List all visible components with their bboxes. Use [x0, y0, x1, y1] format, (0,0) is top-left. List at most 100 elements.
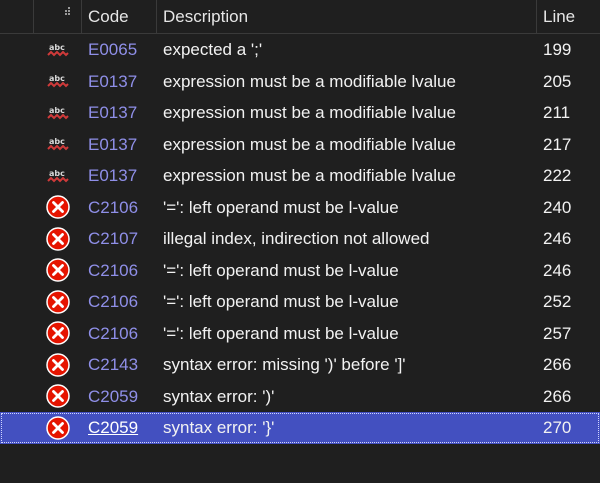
error-row[interactable]: abc E0137 expression must be a modifiable …	[0, 97, 600, 129]
row-select-cell[interactable]	[0, 192, 34, 224]
abc-squiggle-icon: abc	[47, 106, 69, 120]
row-select-cell[interactable]	[0, 223, 34, 255]
header-line[interactable]: Line	[537, 0, 600, 33]
error-description: expression must be a modifiable lvalue	[163, 103, 456, 122]
error-code-link[interactable]: E0137	[82, 66, 157, 98]
error-row[interactable]: C2106 '=': left operand must be l-value 24…	[0, 192, 600, 224]
error-icon	[46, 195, 70, 219]
error-icon	[46, 353, 70, 377]
row-icon-cell	[34, 349, 82, 381]
error-description: expected a ';'	[163, 40, 263, 59]
row-icon-cell: abc	[34, 66, 82, 98]
error-code-link[interactable]: C2106	[82, 318, 157, 350]
error-line-number: 240	[543, 197, 572, 217]
error-code-link[interactable]: E0065	[82, 34, 157, 66]
row-select-cell[interactable]	[0, 318, 34, 350]
error-line-number: 211	[543, 103, 571, 122]
error-icon	[46, 290, 70, 314]
error-description: '=': left operand must be l-value	[163, 197, 399, 217]
error-line-number: 199	[543, 40, 572, 59]
error-line-number: 270	[543, 418, 572, 437]
error-list-header: Code Description Line	[0, 0, 600, 34]
error-description: expression must be a modifiable lvalue	[163, 134, 456, 154]
error-icon	[46, 227, 70, 251]
header-description[interactable]: Description	[157, 0, 537, 33]
column-grip-icon	[65, 7, 70, 15]
row-select-cell[interactable]	[0, 286, 34, 318]
row-select-cell[interactable]	[0, 129, 34, 161]
row-select-cell[interactable]	[0, 97, 34, 129]
error-row[interactable]: C2106 '=': left operand must be l-value 25…	[0, 286, 600, 318]
abc-squiggle-icon: abc	[47, 74, 69, 88]
row-select-cell[interactable]	[0, 160, 34, 192]
abc-squiggle-icon: abc	[47, 137, 69, 151]
row-icon-cell: abc	[34, 34, 82, 66]
error-icon	[46, 384, 70, 408]
error-line-number: 222	[543, 166, 572, 185]
error-list-panel: Code Description Line abc E0065 expected a…	[0, 0, 600, 483]
error-icon	[46, 258, 70, 282]
error-code-link[interactable]: C2106	[82, 192, 157, 224]
row-select-cell[interactable]	[0, 34, 34, 66]
error-line-number: 252	[543, 292, 572, 311]
error-description: expression must be a modifiable lvalue	[163, 166, 456, 185]
error-description: '=': left operand must be l-value	[163, 260, 399, 280]
error-description: '=': left operand must be l-value	[163, 292, 399, 311]
error-code-link[interactable]: C2143	[82, 349, 157, 381]
error-line-number: 266	[543, 386, 572, 406]
error-row[interactable]: abc E0137 expression must be a modifiable …	[0, 129, 600, 161]
error-row[interactable]: abc E0065 expected a ';' 199	[0, 34, 600, 66]
error-code-link[interactable]: C2059	[82, 412, 157, 444]
header-icon-column[interactable]	[34, 0, 82, 33]
row-icon-cell	[34, 255, 82, 287]
header-select-column[interactable]	[0, 0, 34, 33]
error-description: syntax error: '}'	[163, 418, 275, 437]
error-line-number: 257	[543, 323, 572, 343]
error-description: syntax error: missing ')' before ']'	[163, 355, 406, 374]
error-description: '=': left operand must be l-value	[163, 323, 399, 343]
header-code[interactable]: Code	[82, 0, 157, 33]
error-code-link[interactable]: E0137	[82, 97, 157, 129]
row-select-cell[interactable]	[0, 349, 34, 381]
error-code-link[interactable]: C2106	[82, 255, 157, 287]
error-code-link[interactable]: E0137	[82, 160, 157, 192]
error-line-number: 246	[543, 229, 572, 248]
error-icon	[46, 416, 70, 440]
row-select-cell[interactable]	[0, 255, 34, 287]
row-icon-cell	[34, 223, 82, 255]
error-row[interactable]: C2143 syntax error: missing ')' before ']…	[0, 349, 600, 381]
row-icon-cell	[34, 286, 82, 318]
abc-squiggle-icon: abc	[47, 43, 69, 57]
error-row[interactable]: C2107 illegal index, indirection not allo…	[0, 223, 600, 255]
error-code-link[interactable]: C2107	[82, 223, 157, 255]
error-row[interactable]: C2059 syntax error: '}' 270	[0, 412, 600, 444]
error-description: syntax error: ')'	[163, 386, 275, 406]
error-description: expression must be a modifiable lvalue	[163, 71, 456, 91]
error-code-link[interactable]: C2059	[82, 381, 157, 413]
error-row[interactable]: abc E0137 expression must be a modifiable …	[0, 160, 600, 192]
error-line-number: 205	[543, 71, 572, 91]
row-select-cell[interactable]	[0, 381, 34, 413]
row-select-cell[interactable]	[0, 412, 34, 444]
error-line-number: 266	[543, 355, 572, 374]
row-icon-cell: abc	[34, 129, 82, 161]
error-line-number: 246	[543, 260, 572, 280]
row-icon-cell	[34, 192, 82, 224]
error-description: illegal index, indirection not allowed	[163, 229, 430, 248]
abc-squiggle-icon: abc	[47, 169, 69, 183]
error-row[interactable]: abc E0137 expression must be a modifiable …	[0, 66, 600, 98]
error-rows: abc E0065 expected a ';' 199 abc E0137 express…	[0, 34, 600, 444]
row-icon-cell: abc	[34, 97, 82, 129]
error-row[interactable]: C2106 '=': left operand must be l-value 24…	[0, 255, 600, 287]
error-code-link[interactable]: E0137	[82, 129, 157, 161]
error-row[interactable]: C2059 syntax error: ')' 266	[0, 381, 600, 413]
row-icon-cell	[34, 318, 82, 350]
row-icon-cell: abc	[34, 160, 82, 192]
error-code-link[interactable]: C2106	[82, 286, 157, 318]
row-icon-cell	[34, 412, 82, 444]
row-select-cell[interactable]	[0, 66, 34, 98]
error-line-number: 217	[543, 134, 572, 154]
row-icon-cell	[34, 381, 82, 413]
error-icon	[46, 321, 70, 345]
error-row[interactable]: C2106 '=': left operand must be l-value 25…	[0, 318, 600, 350]
